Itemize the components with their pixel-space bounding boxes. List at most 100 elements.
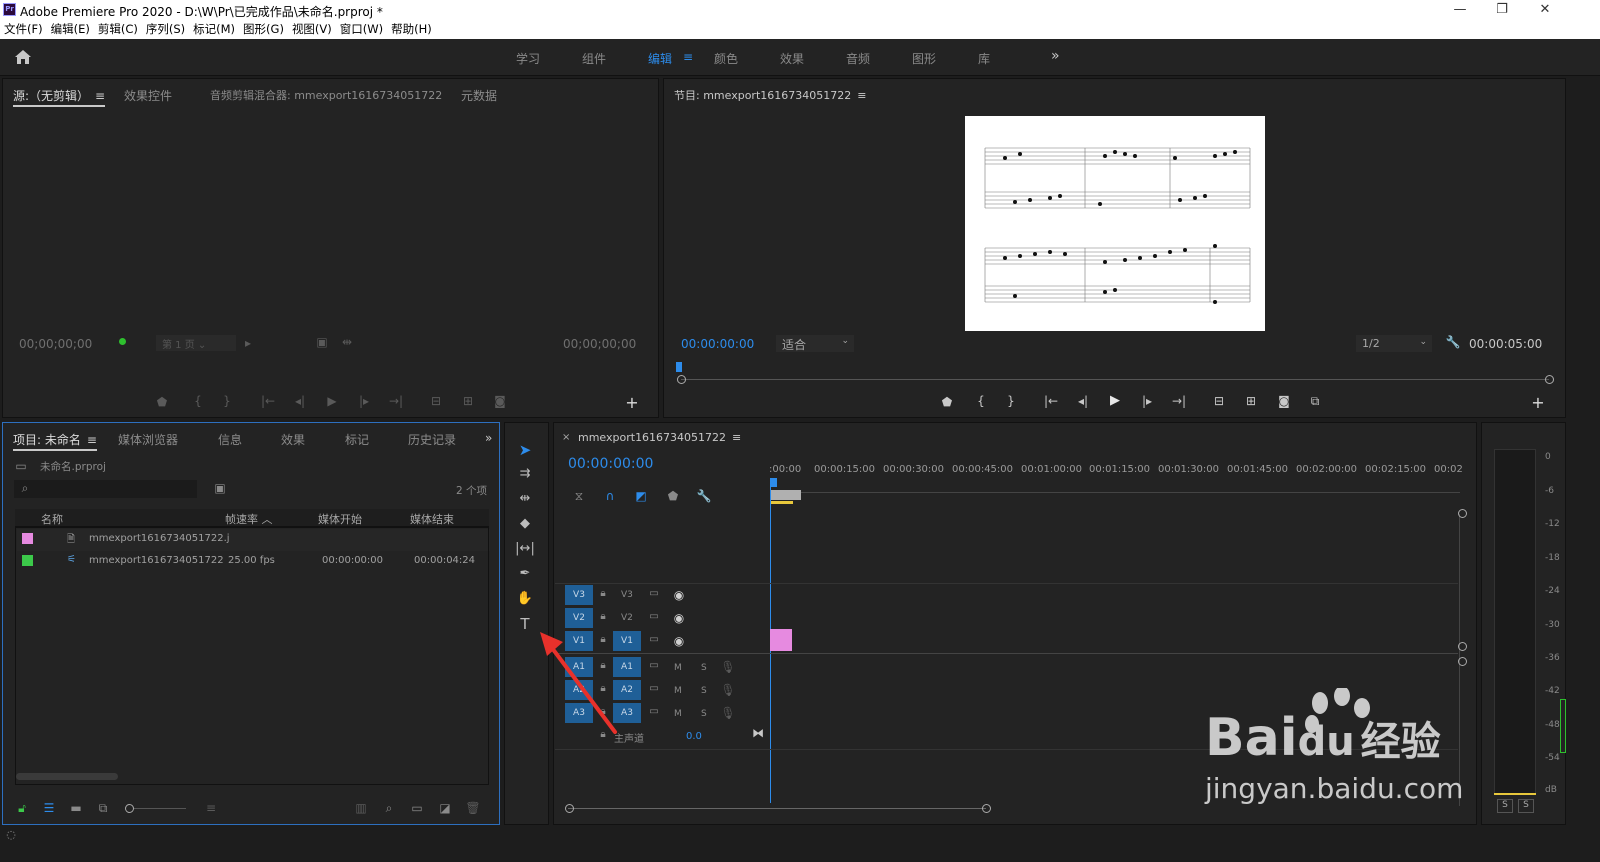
add-button-icon[interactable]: + <box>623 393 641 412</box>
close-button[interactable]: ✕ <box>1530 2 1560 17</box>
new-bin-from-search-icon[interactable]: ▣ <box>211 481 229 495</box>
microphone-icon[interactable]: 🎙︎ <box>719 683 737 697</box>
sync-lock-icon[interactable]: ▭ <box>645 634 663 645</box>
tab-source[interactable]: 源:（无剪辑） ≡ <box>13 87 106 107</box>
resolution-select[interactable]: 1/2 ⌄ <box>1356 335 1432 352</box>
menu-clip[interactable]: 剪辑(C) <box>94 20 142 39</box>
trash-icon[interactable]: 🗑︎ <box>464 801 482 815</box>
menu-view[interactable]: 视图(V) <box>288 20 336 39</box>
home-icon[interactable] <box>14 49 32 68</box>
snap-magnet-icon[interactable]: ∩ <box>601 489 619 503</box>
tab-media-browser[interactable]: 媒体浏览器 <box>118 431 178 448</box>
more-tabs-icon[interactable]: » <box>485 431 492 445</box>
play-arrow-icon[interactable]: ▸ <box>239 336 257 350</box>
microphone-icon[interactable]: 🎙︎ <box>719 660 737 674</box>
list-view-icon[interactable]: ☰ <box>40 801 58 815</box>
go-to-in-icon[interactable]: |← <box>1042 394 1060 408</box>
track-label-v2[interactable]: V2 <box>621 613 633 623</box>
step-forward-icon[interactable]: |▸ <box>1138 394 1156 408</box>
safe-margins-icon[interactable]: ▣ <box>313 335 331 349</box>
hscroll-handle-left[interactable] <box>565 804 574 813</box>
workspace-libraries[interactable]: 库 <box>978 50 990 67</box>
work-area-bar[interactable] <box>771 490 801 500</box>
tab-effect-controls[interactable]: 效果控件 <box>124 87 172 104</box>
microphone-icon[interactable]: 🎙︎ <box>719 706 737 720</box>
page-select[interactable]: 第 1 页 ⌄ <box>156 335 236 351</box>
selection-tool-icon[interactable]: ➤ <box>515 441 535 459</box>
vscroll-handle-top[interactable] <box>1458 509 1467 518</box>
camera-icon[interactable]: ◙ <box>491 394 509 408</box>
overwrite-icon[interactable]: ⊞ <box>459 394 477 408</box>
zoom-slider[interactable] <box>134 808 186 809</box>
workspace-audio[interactable]: 音频 <box>846 50 870 67</box>
insert-icon[interactable]: ⇹ <box>338 335 356 349</box>
video-clip[interactable] <box>770 629 792 651</box>
mark-in-icon[interactable]: { <box>189 394 207 408</box>
export-frame-icon[interactable]: ◙ <box>1275 394 1293 408</box>
solo-button[interactable]: S <box>701 663 707 673</box>
razor-tool-icon[interactable]: ◆ <box>515 516 535 531</box>
source-timecode-out[interactable]: 00;00;00;00 <box>563 337 636 351</box>
play-button-icon[interactable]: ▶ <box>1106 393 1124 408</box>
timeline-settings-icon[interactable]: 🔧 <box>695 489 713 503</box>
mute-button[interactable]: M <box>674 663 682 673</box>
workspace-effects[interactable]: 效果 <box>780 50 804 67</box>
mute-button[interactable]: M <box>674 709 682 719</box>
column-media-end[interactable]: 媒体结束 <box>410 511 454 527</box>
mark-out-icon[interactable]: } <box>1002 394 1020 408</box>
zoom-handle-left[interactable] <box>677 375 686 384</box>
minimize-button[interactable]: — <box>1445 2 1475 17</box>
vscroll-handle[interactable] <box>1458 642 1467 651</box>
add-marker-icon[interactable]: ⬟ <box>938 395 956 409</box>
eye-icon[interactable]: ◉ <box>670 634 688 648</box>
insert-clip-icon[interactable]: ⊟ <box>427 394 445 408</box>
sync-lock-icon[interactable]: ▭ <box>645 611 663 622</box>
solo-right-button[interactable]: S <box>1518 799 1534 813</box>
go-to-out-icon[interactable]: →| <box>1170 394 1188 408</box>
menu-markers[interactable]: 标记(M) <box>189 20 239 39</box>
sync-lock-icon[interactable]: ▭ <box>645 660 663 671</box>
menu-window[interactable]: 窗口(W) <box>336 20 387 39</box>
tab-audio-clip-mixer[interactable]: 音频剪辑混合器: mmexport1616734051722 <box>210 87 442 103</box>
column-frame-rate[interactable]: 帧速率 ︿ <box>225 511 273 527</box>
source-timecode-in[interactable]: 00;00;00;00 <box>19 337 92 351</box>
zoom-slider-handle[interactable] <box>125 804 134 813</box>
mute-button[interactable]: M <box>674 686 682 696</box>
program-scrubber[interactable] <box>681 379 1549 380</box>
track-target-v2[interactable]: V2 <box>565 608 593 628</box>
tab-history[interactable]: 历史记录 <box>408 431 456 448</box>
find-icon[interactable]: ⌕ <box>380 801 398 816</box>
menu-file[interactable]: 文件(F) <box>0 20 47 39</box>
close-sequence-icon[interactable]: × <box>562 432 570 443</box>
linked-selection-icon[interactable]: ◩ <box>632 489 650 503</box>
step-back-icon[interactable]: ◂| <box>1074 394 1092 408</box>
timeline-timecode[interactable]: 00:00:00:00 <box>568 456 653 472</box>
sort-icon[interactable]: ≡ <box>202 801 220 815</box>
eye-icon[interactable]: ◉ <box>670 588 688 602</box>
horizontal-scrollbar[interactable] <box>568 808 986 809</box>
ripple-edit-tool-icon[interactable]: ⇹ <box>515 491 535 506</box>
tab-sequence[interactable]: mmexport1616734051722 ≡ <box>578 431 741 444</box>
tab-program[interactable]: 节目: mmexport1616734051722 ≡ <box>674 87 866 103</box>
extract-icon[interactable]: ⊞ <box>1242 394 1260 408</box>
menu-edit[interactable]: 编辑(E) <box>47 20 94 39</box>
add-marker-icon[interactable]: ⬟ <box>664 489 682 503</box>
step-forward-icon[interactable]: |▸ <box>355 394 373 408</box>
restore-button[interactable]: ❐ <box>1487 2 1517 17</box>
zoom-handle-right[interactable] <box>1545 375 1554 384</box>
master-volume[interactable]: 0.0 <box>686 731 702 742</box>
tab-metadata[interactable]: 元数据 <box>461 87 497 104</box>
workspace-menu-icon[interactable]: ≡ <box>683 50 693 64</box>
playhead-marker-icon[interactable] <box>771 478 777 487</box>
menu-help[interactable]: 帮助(H) <box>387 20 436 39</box>
solo-left-button[interactable]: S <box>1497 799 1513 813</box>
freeform-view-icon[interactable]: ⧉ <box>94 801 112 816</box>
project-search-input[interactable] <box>14 480 197 498</box>
playhead-icon[interactable] <box>676 362 682 372</box>
go-to-in-icon[interactable]: |← <box>259 394 277 408</box>
new-bin-icon[interactable]: ▭ <box>408 801 426 815</box>
comparison-view-icon[interactable]: ⧉ <box>1306 394 1324 409</box>
step-back-icon[interactable]: ◂| <box>291 394 309 408</box>
lock-track-icon[interactable]: 🔒︎ <box>594 611 612 622</box>
track-target-v3[interactable]: V3 <box>565 585 593 605</box>
